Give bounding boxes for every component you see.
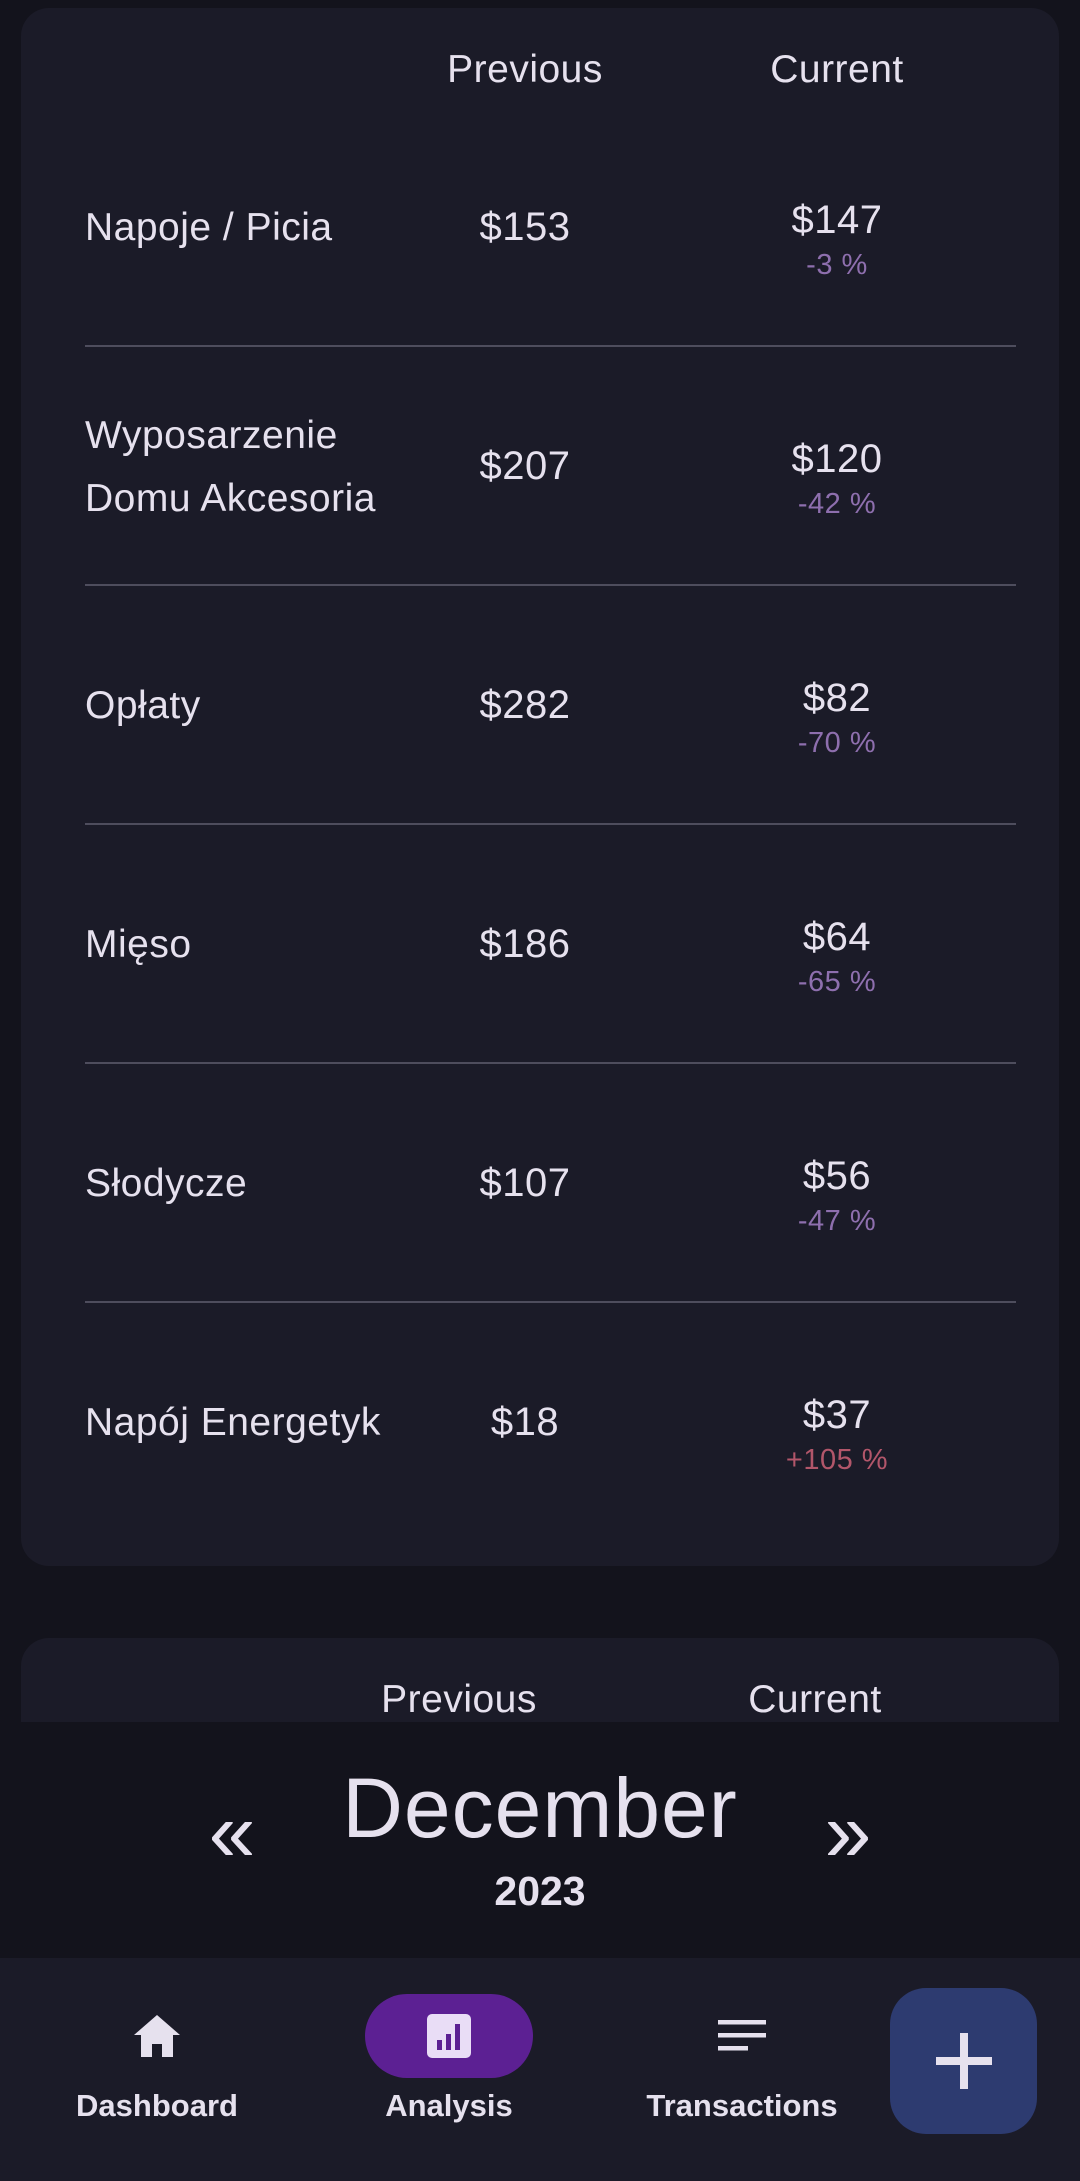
current-value: $64 — [802, 914, 872, 959]
category-name: Mięso — [85, 923, 192, 966]
current-cell: $82 -70 % — [707, 586, 967, 825]
nav-label: Transactions — [646, 2088, 838, 2123]
header-previous: Previous — [447, 48, 603, 91]
next-month-button[interactable]: » — [808, 1787, 888, 1877]
header-current: Current — [748, 1678, 882, 1721]
nav-item-transactions[interactable]: Transactions — [612, 1958, 872, 2181]
change-percent: +105 % — [785, 1443, 889, 1476]
nav-item-dashboard[interactable]: Dashboard — [27, 1958, 287, 2181]
current-cell: $56 -47 % — [707, 1064, 967, 1303]
category-name: Słodycze — [85, 1162, 248, 1205]
plus-icon — [935, 2033, 992, 2089]
current-value: $82 — [802, 675, 872, 720]
table-row[interactable]: Opłaty $282 $82 -70 % — [85, 586, 1016, 825]
add-transaction-button[interactable] — [890, 1988, 1037, 2134]
category-name: Wyposarzenie Domu Akcesoria — [85, 413, 376, 520]
nav-label: Analysis — [385, 2088, 513, 2123]
current-value: $37 — [802, 1392, 872, 1437]
nav-pill — [658, 1994, 826, 2078]
current-cell: $120 -42 % — [707, 347, 967, 586]
list-icon — [718, 2020, 766, 2051]
current-cell: $64 -65 % — [707, 825, 967, 1064]
previous-value: $207 — [479, 444, 571, 488]
previous-value: $282 — [479, 683, 571, 727]
month-selector: « December 2023 » — [0, 1722, 1080, 1958]
previous-value: $153 — [479, 205, 571, 249]
nav-label: Dashboard — [76, 2088, 238, 2123]
nav-pill — [73, 1994, 241, 2078]
current-value: $56 — [802, 1153, 872, 1198]
change-percent: -42 % — [797, 487, 877, 520]
previous-value: $107 — [479, 1161, 571, 1205]
current-cell: $37 +105 % — [707, 1303, 967, 1542]
table-row[interactable]: Wyposarzenie Domu Akcesoria $207 $120 -4… — [85, 347, 1016, 586]
change-percent: -65 % — [797, 965, 877, 998]
previous-value: $186 — [479, 922, 571, 966]
header-previous: Previous — [381, 1678, 537, 1721]
change-percent: -3 % — [806, 248, 868, 281]
category-name: Opłaty — [85, 684, 201, 727]
month-label: December — [342, 1761, 738, 1855]
nav-pill-active — [365, 1994, 533, 2078]
change-percent: -70 % — [797, 726, 877, 759]
table-row[interactable]: Napoje / Picia $153 $147 -3 % — [85, 108, 1016, 347]
home-icon — [134, 2015, 180, 2057]
header-current: Current — [770, 48, 904, 91]
current-cell: $147 -3 % — [707, 108, 967, 347]
nav-item-analysis[interactable]: Analysis — [319, 1958, 579, 2181]
table-row[interactable]: Mięso $186 $64 -65 % — [85, 825, 1016, 1064]
current-value: $147 — [791, 197, 883, 242]
category-name: Napoje / Picia — [85, 206, 333, 249]
table-row[interactable]: Słodycze $107 $56 -47 % — [85, 1064, 1016, 1303]
change-percent: -47 % — [797, 1204, 877, 1237]
category-name: Napój Energetyk — [85, 1401, 381, 1444]
table-row[interactable]: Napój Energetyk $18 $37 +105 % — [85, 1303, 1016, 1542]
current-value: $120 — [791, 436, 883, 481]
year-label: 2023 — [494, 1868, 586, 1914]
previous-value: $18 — [490, 1400, 560, 1444]
comparison-card: Previous Current Napoje / Picia $153 $14… — [21, 8, 1059, 1566]
analytics-icon — [427, 2014, 471, 2058]
previous-month-button[interactable]: « — [192, 1787, 272, 1877]
